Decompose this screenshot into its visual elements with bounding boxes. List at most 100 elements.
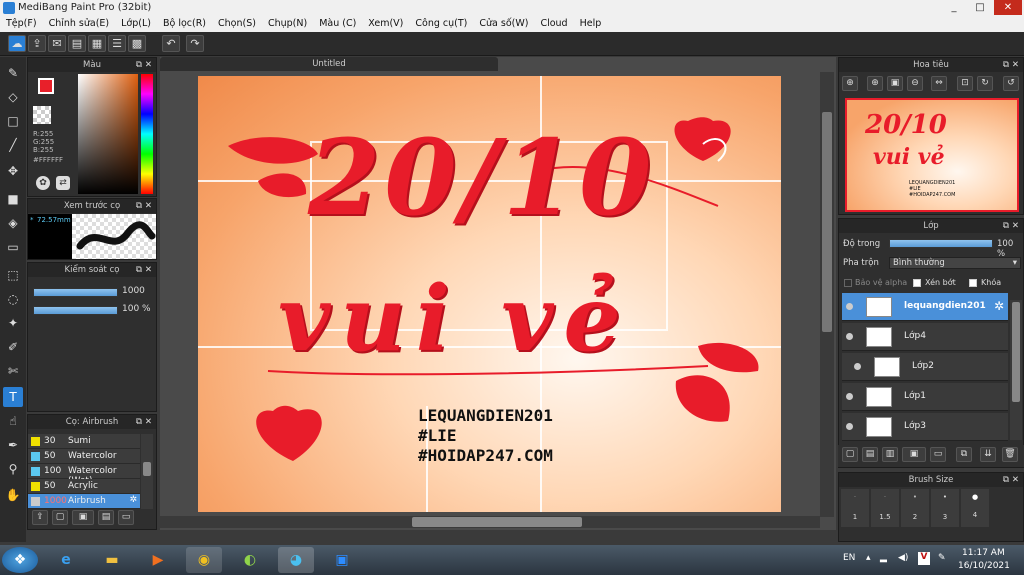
- menu-view[interactable]: Xem(V): [362, 16, 409, 32]
- brush-opacity-slider[interactable]: [33, 306, 118, 315]
- pop-out-icon[interactable]: ⧉: [1003, 473, 1009, 487]
- clipping-checkbox[interactable]: [913, 279, 921, 287]
- language-indicator[interactable]: EN: [843, 553, 855, 563]
- pop-out-icon[interactable]: ⧉: [136, 263, 142, 277]
- menu-capture[interactable]: Chụp(N): [262, 16, 313, 32]
- unikey-icon[interactable]: V: [918, 552, 930, 565]
- list-icon[interactable]: ☰: [108, 35, 126, 52]
- internet-explorer-icon[interactable]: e: [48, 547, 84, 573]
- pop-out-icon[interactable]: ⧉: [1003, 219, 1009, 233]
- lasso-tool-icon[interactable]: ◌: [3, 289, 23, 309]
- brush-tool-icon[interactable]: ✎: [3, 63, 23, 83]
- network-icon[interactable]: ▂: [880, 553, 887, 563]
- redo-icon[interactable]: ↷: [186, 35, 204, 52]
- brush-item-selected[interactable]: 1000 Airbrush ✲: [28, 494, 140, 509]
- menu-file[interactable]: Tệp(F): [0, 16, 43, 32]
- document-icon[interactable]: ▦: [88, 35, 106, 52]
- magic-wand-tool-icon[interactable]: ✦: [3, 313, 23, 333]
- close-panel-icon[interactable]: ✕: [1012, 473, 1019, 487]
- bucket-tool-icon[interactable]: ◈: [3, 213, 23, 233]
- gear-icon[interactable]: ✲: [994, 299, 1004, 313]
- select-rect-tool-icon[interactable]: ⬚: [3, 265, 23, 285]
- lock-checkbox[interactable]: [969, 279, 977, 287]
- pop-out-icon[interactable]: ⧉: [136, 415, 142, 429]
- drawing-canvas[interactable]: 20/10 vui vẻ LEQUANGDIEN201 #LIE #HOIDAP…: [198, 76, 781, 512]
- minimize-button[interactable]: _: [940, 0, 968, 15]
- swap-colors-icon[interactable]: ⇄: [56, 176, 70, 190]
- text-tool-icon[interactable]: T: [3, 387, 23, 407]
- eye-icon[interactable]: [846, 303, 853, 310]
- brush-size-cell[interactable]: • 2: [901, 489, 929, 527]
- move-tool-icon[interactable]: ✥: [3, 161, 23, 181]
- brush-size-cell[interactable]: · 1: [841, 489, 869, 527]
- eye-icon[interactable]: [846, 333, 853, 340]
- select-eraser-tool-icon[interactable]: ✄: [3, 361, 23, 381]
- transparent-color-swatch[interactable]: [33, 106, 51, 124]
- line-tool-icon[interactable]: ╱: [3, 135, 23, 155]
- menu-edit[interactable]: Chỉnh sửa(E): [43, 16, 116, 32]
- pen-icon[interactable]: ✎: [938, 553, 946, 563]
- flip-icon[interactable]: ⇔: [931, 76, 947, 91]
- new-halftone-icon[interactable]: ▥: [882, 447, 898, 462]
- layer-row[interactable]: Lớp2: [842, 353, 1008, 381]
- hue-slider[interactable]: [141, 74, 153, 194]
- navigator-thumbnail[interactable]: 20/10 vui vẻ LEQUANGDIEN201 #LIE #HOIDAP…: [845, 98, 1019, 212]
- menu-tools[interactable]: Công cụ(T): [409, 16, 473, 32]
- folder-icon[interactable]: ▭: [118, 510, 134, 525]
- folder-icon[interactable]: ▭: [930, 447, 946, 462]
- close-button[interactable]: ✕: [994, 0, 1022, 15]
- file-explorer-icon[interactable]: ▬: [94, 547, 130, 573]
- menu-help[interactable]: Help: [574, 16, 608, 32]
- brush-size-cell[interactable]: • 3: [931, 489, 959, 527]
- dropper-tool-icon[interactable]: ⚲: [3, 459, 23, 479]
- maximize-button[interactable]: □: [966, 0, 994, 15]
- grid-icon[interactable]: ▩: [128, 35, 146, 52]
- eye-icon[interactable]: [846, 393, 853, 400]
- eraser-tool-icon[interactable]: ◇: [3, 87, 23, 107]
- zoom-icon[interactable]: ▣: [324, 547, 360, 573]
- add-layer-menu-icon[interactable]: ▣: [902, 447, 926, 462]
- page-icon[interactable]: ▤: [68, 35, 86, 52]
- zoom-fit-icon[interactable]: ⊕: [842, 76, 858, 91]
- add-brush-icon[interactable]: ▣: [72, 510, 94, 525]
- brush-item[interactable]: 30 Sumi: [28, 434, 140, 449]
- undo-icon[interactable]: ↶: [162, 35, 180, 52]
- gear-icon[interactable]: ✲: [129, 495, 137, 505]
- menu-filter[interactable]: Bộ lọc(R): [157, 16, 212, 32]
- primary-color-swatch[interactable]: [38, 78, 54, 94]
- fill-rect-tool-icon[interactable]: ■: [3, 189, 23, 209]
- pop-out-icon[interactable]: ⧉: [136, 199, 142, 213]
- eyedropper-tool-icon[interactable]: ✒: [3, 435, 23, 455]
- tray-arrow-icon[interactable]: ▴: [866, 553, 871, 563]
- medibang-icon[interactable]: ◕: [278, 547, 314, 573]
- horizontal-scrollbar[interactable]: [160, 516, 820, 528]
- menu-select[interactable]: Chọn(S): [212, 16, 262, 32]
- menu-color[interactable]: Màu (C): [313, 16, 362, 32]
- blend-mode-select[interactable]: Bình thường ▾: [889, 257, 1021, 269]
- comment-icon[interactable]: ✉: [48, 35, 66, 52]
- coccoc-icon[interactable]: ◐: [232, 547, 268, 573]
- layer-row-selected[interactable]: lequangdien201 ✲: [842, 293, 1008, 321]
- brush-item[interactable]: 50 Watercolor: [28, 449, 140, 464]
- cloud-icon[interactable]: ☁: [8, 35, 26, 52]
- close-panel-icon[interactable]: ✕: [1012, 219, 1019, 233]
- new-raster-icon[interactable]: ▤: [862, 447, 878, 462]
- protect-alpha-checkbox[interactable]: [844, 279, 852, 287]
- gradient-tool-icon[interactable]: ▭: [3, 237, 23, 257]
- share-icon[interactable]: ⇪: [28, 35, 46, 52]
- new-layer-icon[interactable]: ▢: [842, 447, 858, 462]
- layer-row[interactable]: Lớp3: [842, 413, 1008, 441]
- brush-item[interactable]: 50 Acrylic: [28, 479, 140, 494]
- menu-cloud[interactable]: Cloud: [534, 16, 573, 32]
- close-panel-icon[interactable]: ✕: [145, 415, 152, 429]
- reset-rotate-icon[interactable]: ↺: [1003, 76, 1019, 91]
- hand-tool-icon[interactable]: ✋: [3, 485, 23, 505]
- new-brush-icon[interactable]: ▢: [52, 510, 68, 525]
- layer-row[interactable]: Lớp1: [842, 383, 1008, 411]
- palette-icon[interactable]: ✿: [36, 176, 50, 190]
- rectangle-tool-icon[interactable]: □: [3, 111, 23, 131]
- zoom-in-icon[interactable]: ⊕: [867, 76, 883, 91]
- layer-row[interactable]: Lớp4: [842, 323, 1008, 351]
- merge-icon[interactable]: ⇊: [980, 447, 996, 462]
- saturation-value-picker[interactable]: [78, 74, 138, 194]
